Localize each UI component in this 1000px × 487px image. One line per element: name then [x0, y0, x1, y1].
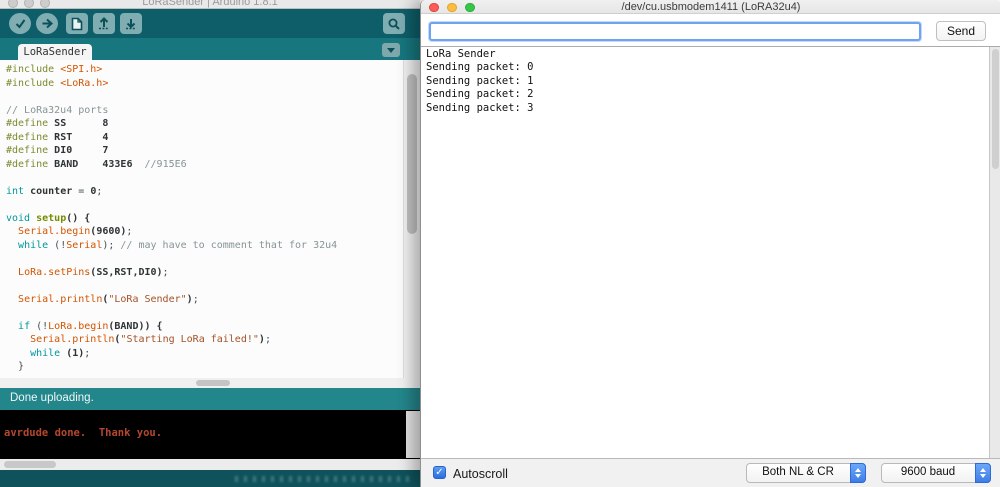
console-horizontal-scrollbar[interactable] — [0, 459, 420, 470]
tab-menu-button[interactable] — [382, 43, 400, 57]
code-editor-text: #include <SPI.h> #include <LoRa.h> // LoR… — [6, 64, 338, 372]
editor-horizontal-scrollbar[interactable] — [0, 378, 420, 388]
arduino-toolbar — [0, 9, 420, 38]
upload-button[interactable] — [36, 13, 58, 34]
right-arrow-icon — [42, 18, 53, 29]
code-editor[interactable]: #include <SPI.h> #include <LoRa.h> // LoR… — [0, 60, 420, 378]
checkmark-icon — [15, 19, 25, 29]
new-sketch-button[interactable] — [66, 13, 88, 34]
console-vertical-scrollbar[interactable] — [406, 411, 420, 458]
arduino-tabbar: LoRaSender — [0, 38, 420, 60]
serial-output: LoRa Sender Sending packet: 0 Sending pack… — [426, 48, 534, 114]
editor-horizontal-scrollbar-thumb[interactable] — [196, 380, 230, 386]
chevron-down-icon — [387, 47, 395, 53]
console-output: avrdude done. Thank you. — [0, 410, 420, 459]
magnifier-icon — [388, 18, 400, 30]
open-sketch-button[interactable] — [93, 13, 115, 34]
console-message: avrdude done. Thank you. — [4, 427, 163, 439]
arduino-titlebar[interactable]: LoRaSender | Arduino 1.8.1 — [0, 0, 420, 9]
serial-monitor-title: /dev/cu.usbmodem1411 (LoRA32u4) — [621, 1, 801, 13]
serial-monitor-button[interactable] — [383, 13, 405, 34]
autoscroll-checkbox[interactable]: ✓ — [433, 466, 446, 479]
console-horizontal-scrollbar-thumb[interactable] — [4, 461, 56, 468]
serial-vertical-scrollbar[interactable] — [989, 47, 1000, 458]
editor-vertical-scrollbar[interactable] — [403, 60, 420, 378]
editor-vertical-scrollbar-thumb[interactable] — [407, 74, 417, 234]
arduino-ide-window: LoRaSender | Arduino 1.8.1 LoRaSender #i… — [0, 0, 420, 487]
serial-monitor-bottom-bar: ✓ Autoscroll Both NL & CR 9600 baud — [421, 458, 1000, 487]
footer-status-text-illegible — [235, 476, 415, 482]
save-sketch-button[interactable] — [120, 13, 142, 34]
tab-lorasender[interactable]: LoRaSender — [18, 44, 92, 60]
send-button[interactable]: Send — [936, 21, 986, 41]
down-arrow-tray-icon — [126, 18, 136, 29]
autoscroll-label: Autoscroll — [453, 467, 508, 481]
arduino-window-title: LoRaSender | Arduino 1.8.1 — [142, 0, 278, 8]
line-ending-select[interactable]: Both NL & CR — [746, 463, 866, 483]
serial-monitor-titlebar[interactable]: /dev/cu.usbmodem1411 (LoRA32u4) — [421, 0, 1000, 14]
document-icon — [71, 17, 83, 30]
ide-footer — [0, 470, 420, 487]
baud-rate-select[interactable]: 9600 baud — [881, 463, 991, 483]
stepper-arrows-icon — [975, 463, 991, 483]
status-message: Done uploading. — [10, 392, 94, 404]
line-ending-selected-value: Both NL & CR — [762, 466, 834, 478]
status-bar: Done uploading. — [0, 388, 420, 410]
up-arrow-tray-icon — [99, 16, 109, 29]
input-output-divider — [421, 46, 1000, 47]
serial-vertical-scrollbar-thumb[interactable] — [991, 49, 999, 169]
baud-rate-selected-value: 9600 baud — [900, 466, 956, 478]
verify-button[interactable] — [9, 13, 31, 34]
serial-monitor-window: /dev/cu.usbmodem1411 (LoRA32u4) Send LoR… — [420, 0, 1000, 487]
stepper-arrows-icon — [850, 463, 866, 483]
serial-send-input[interactable] — [429, 22, 921, 41]
